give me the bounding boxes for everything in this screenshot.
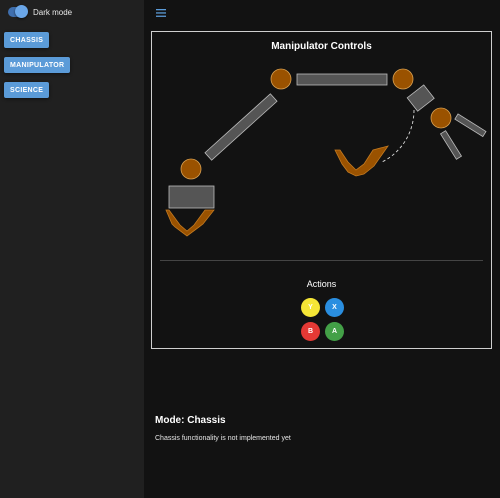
dark-mode-switch[interactable] [8, 5, 28, 18]
switch-knob [15, 5, 28, 18]
panel-divider [160, 260, 483, 261]
shoulder-joint[interactable] [180, 158, 202, 180]
manipulator-controls-panel: Manipulator Controls Actions Y X B A [151, 31, 492, 349]
b-button[interactable]: B [301, 322, 320, 341]
elbow-joint[interactable] [270, 68, 292, 90]
gripper-finger-bottom[interactable] [439, 130, 463, 160]
app-root: Dark mode CHASSIS MANIPULATOR SCIENCE Ma… [0, 0, 500, 498]
sidebar: Dark mode CHASSIS MANIPULATOR SCIENCE [0, 0, 144, 498]
wrist-block[interactable] [406, 84, 435, 112]
y-button[interactable]: Y [301, 298, 320, 317]
arm-base-block[interactable] [168, 185, 215, 209]
dark-mode-label: Dark mode [33, 7, 73, 17]
nav-chassis-button[interactable]: CHASSIS [4, 32, 50, 48]
mode-title: Mode: Chassis [155, 415, 226, 426]
wrist-joint[interactable] [392, 68, 414, 90]
nav-manipulator-button[interactable]: MANIPULATOR [4, 57, 71, 73]
gripper-finger-top[interactable] [454, 113, 487, 138]
wrist-rotation-path [381, 109, 415, 163]
a-button[interactable]: A [325, 322, 344, 341]
wrist-rotate-arrow-icon[interactable] [334, 145, 389, 177]
dark-mode-toggle[interactable]: Dark mode [8, 5, 73, 18]
nav-science-button[interactable]: SCIENCE [4, 82, 50, 98]
base-rotate-arrow-icon[interactable] [165, 209, 215, 237]
manipulator-arm-diagram [165, 68, 487, 237]
gripper-joint[interactable] [430, 107, 452, 129]
hamburger-menu-icon[interactable] [155, 8, 167, 18]
mode-description: Chassis functionality is not implemented… [155, 435, 291, 442]
lower-arm-segment[interactable] [204, 93, 278, 161]
x-button[interactable]: X [325, 298, 344, 317]
actions-label: Actions [306, 279, 337, 289]
upper-arm-segment[interactable] [296, 73, 388, 86]
